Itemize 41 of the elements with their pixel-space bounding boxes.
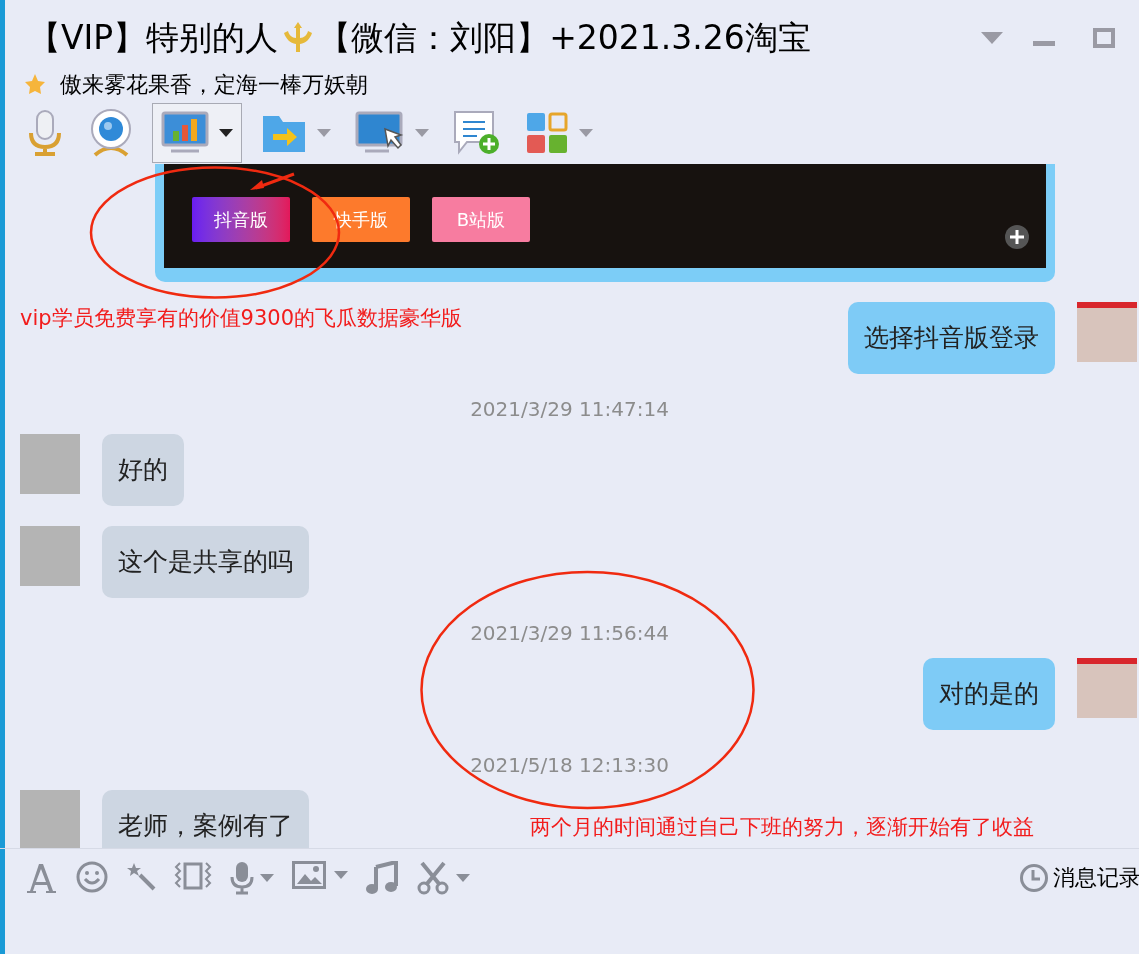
chat-bubble: 老师，案例有了 [102,790,309,848]
zoom-in-icon[interactable] [1004,224,1032,252]
app-grid-icon [525,111,569,155]
webcam-icon [89,109,133,157]
timestamp: 2021/3/29 11:56:44 [470,620,669,644]
microphone-icon[interactable] [230,861,254,895]
monitor-chart-icon [161,111,209,155]
chat-bubble: 好的 [102,434,184,506]
font-icon[interactable] [24,861,58,895]
caret-icon[interactable] [456,874,470,882]
minimize-icon[interactable] [1033,41,1055,47]
toolbar-button[interactable] [152,103,242,163]
avatar-photo-placeholder[interactable] [1077,302,1137,362]
shake-icon[interactable] [174,861,212,891]
chat-bubble: 这个是共享的吗 [102,526,309,598]
caret-icon[interactable] [260,874,274,882]
caret-icon[interactable] [334,871,348,879]
music-note-icon[interactable] [366,861,398,895]
platform-button: B站版 [432,197,530,242]
scissors-icon[interactable] [416,861,450,895]
emoji-icon[interactable] [76,861,108,893]
platform-button: 抖音版 [192,197,290,242]
timestamp: 2021/5/18 12:13:30 [470,752,669,776]
annotation-text: 两个月的时间通过自己下班的努力，逐渐开始有了收益 [530,814,1034,841]
window-title-suffix: 【微信：刘阳】+2021.3.26淘宝 [318,17,811,60]
clock-icon [1019,862,1049,893]
window-title: 【VIP】特别的人 [28,17,279,60]
dropdown-icon[interactable] [981,32,1003,44]
chat-bubble: 对的是的 [923,658,1055,730]
chat-bubble: 选择抖音版登录 [848,302,1055,374]
maximize-icon[interactable] [1093,28,1115,48]
image-icon[interactable] [292,861,326,889]
signature-text: 傲来雾花果香，定海一棒万妖朝 [60,70,368,99]
message-add-icon [453,110,501,156]
star-icon [24,73,46,95]
avatar-photo-placeholder[interactable] [1077,658,1137,718]
timestamp: 2021/3/29 11:47:14 [470,396,669,420]
annotation-text: vip学员免费享有的价值9300的飞瓜数据豪华版 [20,305,463,332]
annotation-arrow [248,172,296,192]
magic-wand-icon[interactable] [126,861,156,891]
monitor-cursor-icon [355,111,405,155]
